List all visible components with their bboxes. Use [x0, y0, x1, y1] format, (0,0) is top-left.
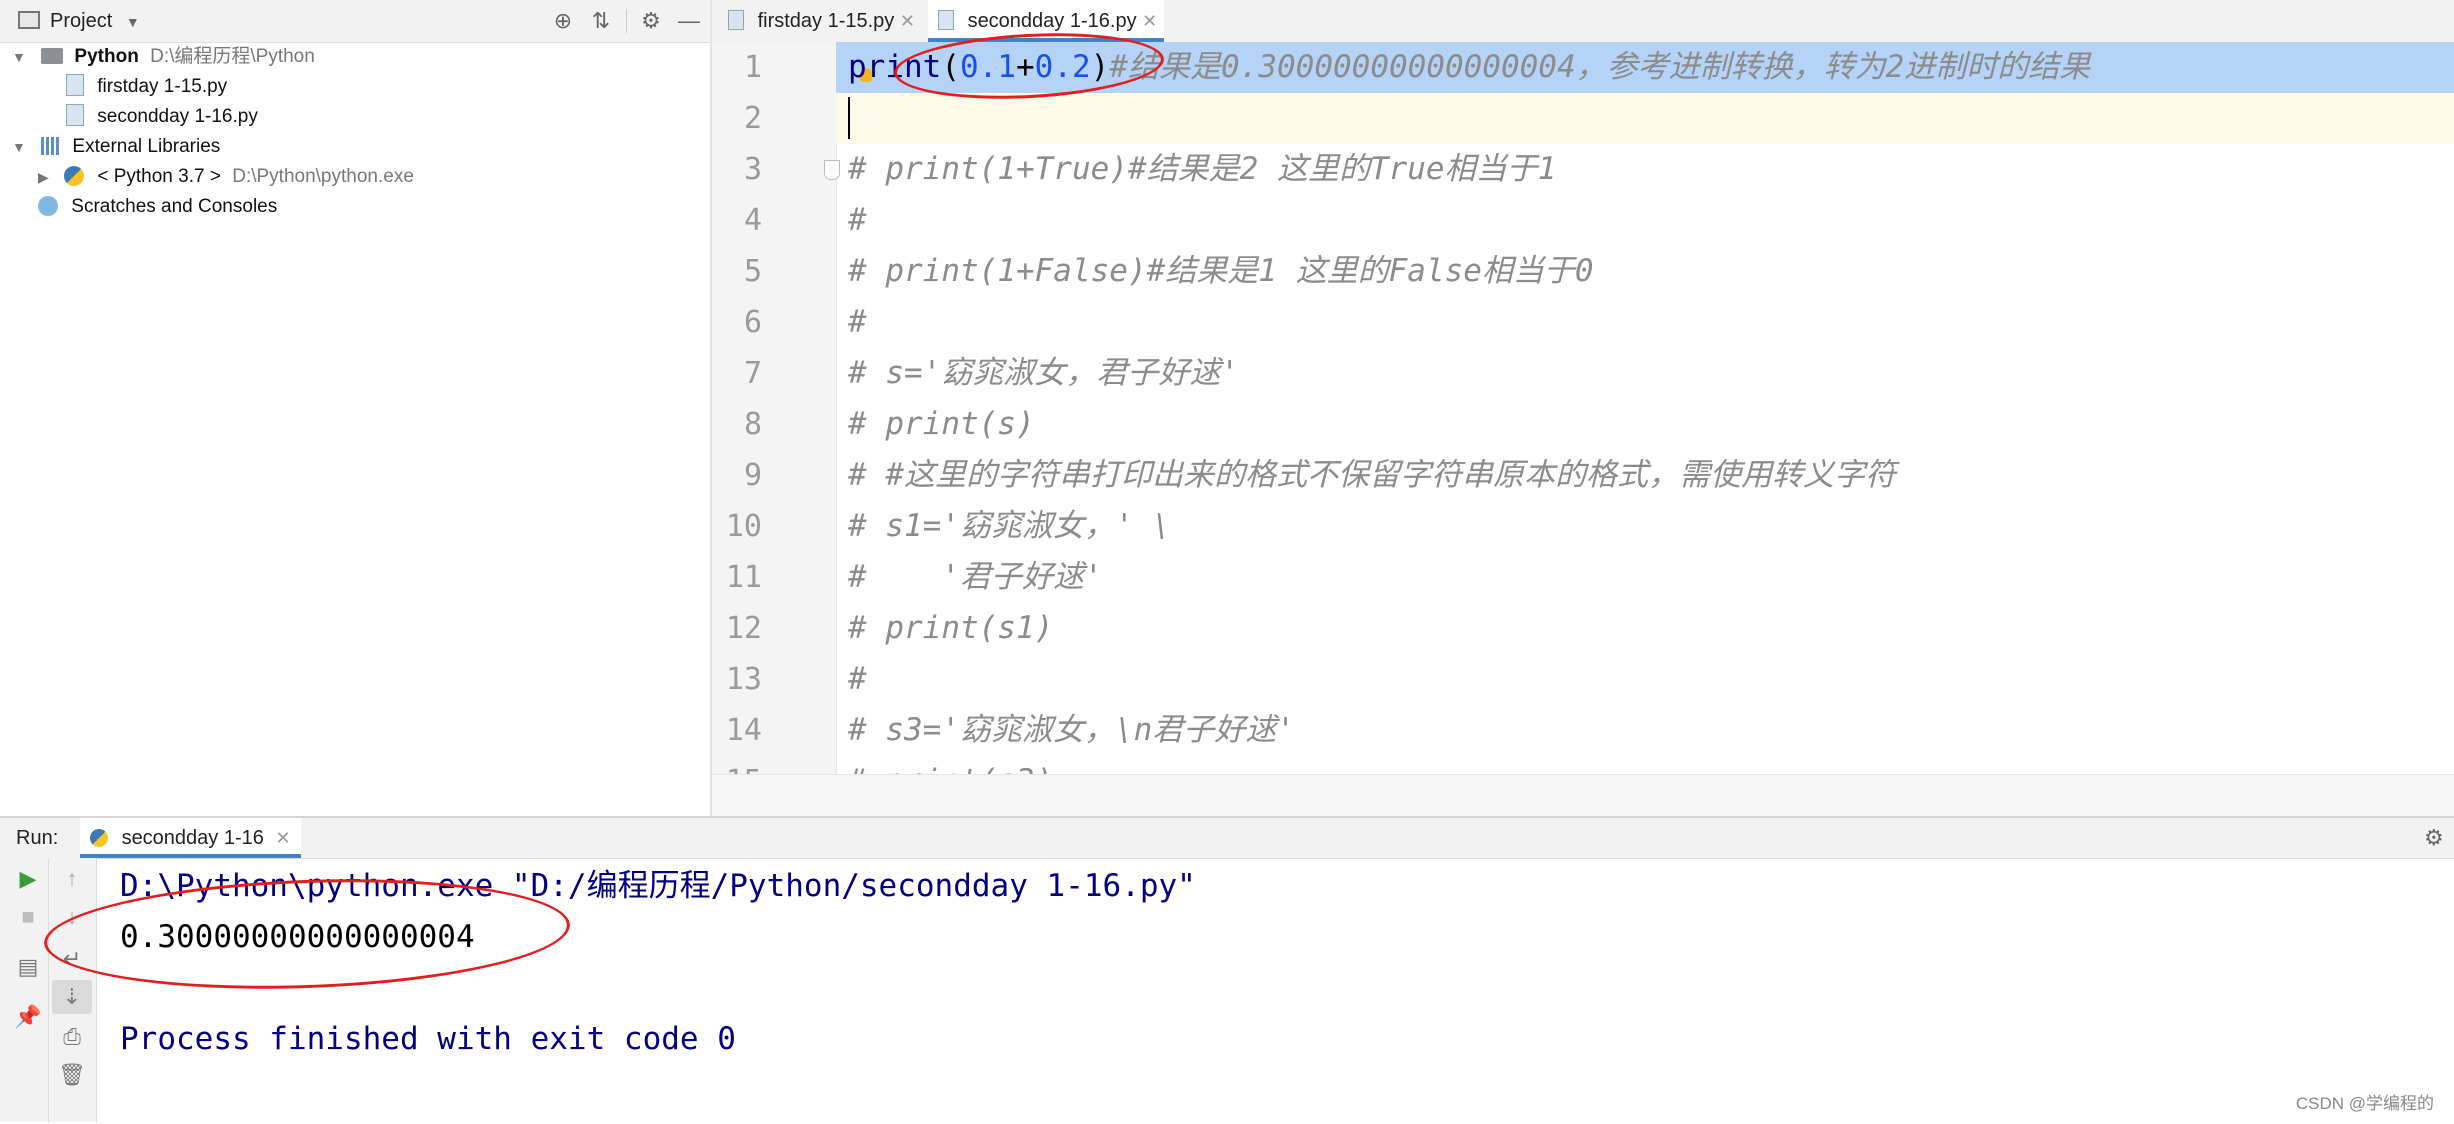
code-line-15: # print(s3)	[848, 756, 1053, 774]
tree-item-scratches[interactable]: Scratches and Consoles	[38, 192, 277, 222]
code-line-10: # s1='窈窕淑女，' \	[848, 508, 1171, 544]
line-number: 11	[725, 560, 762, 595]
code-line-5: # print(1+False)#结果是1 这里的False相当于0	[848, 253, 1594, 289]
tab-firstday[interactable]: firstday 1-15.py ✕	[724, 0, 922, 42]
close-icon[interactable]: ✕	[1142, 11, 1157, 31]
print-icon[interactable]: ⎙	[52, 1020, 92, 1054]
tree-item-python-sdk[interactable]: ▶ < Python 3.7 > D:\Python\python.exe	[38, 162, 414, 192]
tree-item-label: < Python 3.7 >	[97, 166, 221, 187]
tree-item-python-root[interactable]: ▼ Python D:\编程历程\Python	[12, 42, 315, 72]
tree-item-path: D:\编程历程\Python	[150, 46, 315, 67]
line-number: 3	[743, 152, 762, 187]
code-line-3: # print(1+True)#结果是2 这里的True相当于1	[848, 151, 1557, 187]
python-file-icon	[66, 74, 84, 96]
tree-item-label: secondday 1-16.py	[97, 106, 258, 127]
gear-icon[interactable]: ⚙	[636, 0, 666, 42]
line-number: 13	[725, 662, 762, 697]
expand-arrow-icon[interactable]: ▼	[12, 139, 26, 155]
gear-icon[interactable]: ⚙	[2424, 818, 2444, 858]
locate-icon[interactable]: ⊕	[548, 0, 578, 42]
code-line-7: # s='窈窕淑女，君子好逑'	[848, 355, 1239, 391]
tree-item-label: Scratches and Consoles	[71, 196, 278, 217]
run-tab-label: secondday 1-16	[121, 827, 264, 849]
line-number: 8	[743, 407, 762, 442]
line-number: 7	[743, 356, 762, 391]
python-file-icon	[66, 104, 84, 126]
line-number: 10	[725, 509, 762, 544]
python-logo-icon	[90, 829, 108, 847]
layout-icon[interactable]: ▤	[8, 950, 48, 984]
code-line-14: # s3='窈窕淑女，\n君子好逑'	[848, 712, 1295, 748]
tree-item-path: D:\Python\python.exe	[232, 166, 414, 187]
run-label: Run:	[16, 827, 59, 849]
tree-item-secondday[interactable]: secondday 1-16.py	[66, 102, 258, 132]
project-view-icon	[18, 11, 40, 29]
tab-label: firstday 1-15.py	[757, 10, 895, 32]
collapse-all-icon[interactable]: ⇅	[586, 0, 616, 42]
pin-icon[interactable]: 📌	[8, 1000, 48, 1034]
close-icon[interactable]: ✕	[900, 11, 915, 31]
chevron-down-icon: ▼	[125, 14, 140, 30]
folder-icon	[41, 48, 64, 64]
expand-arrow-icon[interactable]: ▼	[12, 49, 26, 65]
divider	[626, 9, 627, 33]
run-tab[interactable]: secondday 1-16 ✕	[80, 818, 301, 858]
current-line-highlight	[836, 93, 2454, 144]
line-number: 1	[743, 50, 762, 85]
project-dropdown[interactable]: Project ▼	[50, 0, 140, 42]
fold-marker-icon[interactable]	[824, 160, 840, 180]
line-number: 14	[725, 713, 762, 748]
library-icon	[41, 137, 62, 155]
stop-icon[interactable]: ■	[8, 900, 48, 934]
line-number: 15	[712, 756, 762, 774]
line-number: 6	[743, 305, 762, 340]
code-line-11: # '君子好逑'	[848, 559, 1103, 595]
line-number: 2	[743, 101, 762, 136]
python-file-icon	[728, 10, 744, 30]
tree-item-label: External Libraries	[72, 136, 221, 157]
trash-icon[interactable]: 🗑	[52, 1058, 92, 1092]
watermark: CSDN @学编程的	[2295, 1094, 2434, 1113]
line-number: 5	[743, 254, 762, 289]
console-exit-line: Process finished with exit code 0	[120, 1021, 736, 1057]
run-panel-header	[0, 818, 2454, 859]
python-file-icon	[938, 10, 954, 30]
code-line-6: #	[848, 304, 867, 340]
line-number: 12	[725, 611, 762, 646]
code-comment: #结果是0.30000000000000004，参考进制转换，转为2进制时的结果	[1109, 49, 2091, 85]
code-line-8: # print(s)	[848, 406, 1035, 442]
code-line-12: # print(s1)	[848, 610, 1054, 646]
code-line-13: #	[848, 661, 867, 697]
toolbar-divider	[48, 858, 49, 1122]
scroll-to-end-icon[interactable]: ⇣	[52, 980, 92, 1014]
expand-arrow-icon[interactable]: ▶	[38, 169, 49, 185]
tab-label: secondday 1-16.py	[967, 10, 1137, 32]
tree-item-label: Python	[74, 46, 139, 67]
scratches-icon	[38, 196, 58, 216]
close-icon[interactable]: ✕	[275, 828, 290, 848]
editor-scroll-strip	[712, 774, 2454, 817]
line-number: 4	[743, 203, 762, 238]
code-line-4: #	[848, 202, 867, 238]
tree-item-label: firstday 1-15.py	[97, 76, 228, 97]
code-line-9: # #这里的字符串打印出来的格式不保留字符串原本的格式，需使用转义字符	[848, 457, 1896, 493]
hide-icon[interactable]: —	[674, 0, 704, 42]
rerun-icon[interactable]: ▶	[8, 862, 48, 896]
line-number: 9	[743, 458, 762, 493]
up-arrow-icon[interactable]: ↑	[52, 862, 92, 896]
python-logo-icon	[64, 166, 85, 186]
tree-item-external-libraries[interactable]: ▼ External Libraries	[12, 132, 220, 162]
tree-item-firstday[interactable]: firstday 1-15.py	[66, 72, 227, 102]
text-caret	[848, 97, 850, 139]
project-title: Project	[50, 10, 113, 32]
